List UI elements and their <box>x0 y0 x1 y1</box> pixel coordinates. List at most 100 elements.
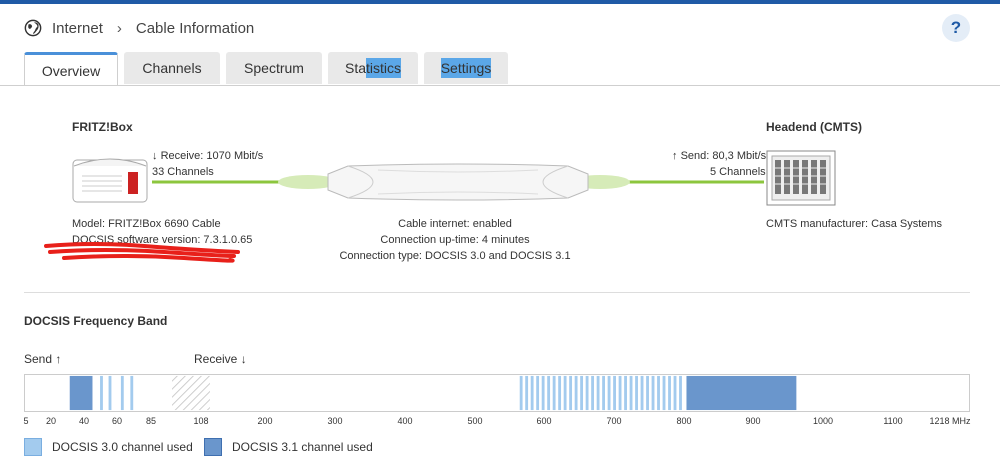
connection-type: Connection type: DOCSIS 3.0 and DOCSIS 3… <box>339 250 571 262</box>
cable-illustration <box>152 163 764 201</box>
band-docsis30-downstream <box>624 375 627 411</box>
arrow-up-icon: ↑ <box>672 150 678 162</box>
legend-label-docsis31: DOCSIS 3.1 channel used <box>232 440 373 454</box>
band-docsis30-downstream <box>679 375 682 411</box>
band-docsis30-downstream <box>646 375 649 411</box>
send-channels: 5 Channels <box>710 166 766 178</box>
band-docsis30-downstream <box>563 375 567 411</box>
arrow-up-icon: ↑ <box>55 352 62 366</box>
band-docsis30-upstream <box>130 375 134 411</box>
legend-label-docsis30: DOCSIS 3.0 channel used <box>52 440 193 454</box>
send-label: Send ↑ <box>24 352 61 366</box>
axis-tick-label: 60 <box>111 416 123 426</box>
band-docsis30-downstream <box>635 375 638 411</box>
tab-label: Overview <box>41 62 101 79</box>
band-docsis30-downstream <box>651 375 655 411</box>
band-docsis30-downstream <box>618 375 622 411</box>
cable-internet-status: Cable internet: enabled <box>398 218 512 230</box>
axis-tick-label: 500 <box>467 416 483 426</box>
band-gap-hatch <box>172 375 210 411</box>
band-docsis30-downstream <box>525 375 529 411</box>
axis-tick-label: 200 <box>257 416 273 426</box>
axis-tick-label: 1000 <box>812 416 834 426</box>
axis-tick-label: 20 <box>45 416 57 426</box>
section-divider <box>24 292 970 293</box>
legend-docsis30: DOCSIS 3.0 channel used <box>24 438 193 456</box>
band-docsis30-downstream <box>591 375 595 411</box>
axis-tick-label: 5 <box>23 416 29 426</box>
frequency-band-chart <box>24 374 970 412</box>
chevron-right-icon: › <box>116 19 122 37</box>
help-button[interactable]: ? <box>942 14 970 42</box>
axis-tick-label: 1100 <box>883 416 903 426</box>
arrow-down-icon: ↓ <box>240 352 247 366</box>
send-rate: ↑ Send: 80,3 Mbit/s <box>672 150 766 162</box>
tab-spectrum[interactable]: Spectrum <box>226 52 322 84</box>
send-label-text: Send <box>24 352 53 366</box>
cmts-server-icon <box>766 150 836 206</box>
axis-tick-label: 1218 MHz <box>929 416 971 426</box>
tab-divider <box>0 85 1000 86</box>
tab-statistics[interactable]: Statistics <box>328 52 418 84</box>
connection-uptime: Connection up-time: 4 minutes <box>380 234 530 246</box>
band-docsis30-downstream <box>596 375 600 411</box>
axis-tick-label: 800 <box>676 416 692 426</box>
breadcrumb: Internet › Cable Information <box>24 14 254 42</box>
band-docsis30-downstream <box>640 375 644 411</box>
globe-icon <box>24 19 42 37</box>
tab-channels[interactable]: Channels <box>124 52 220 84</box>
axis-tick-label: 40 <box>78 416 90 426</box>
band-docsis31-upstream <box>69 375 93 411</box>
top-accent-bar <box>0 0 1000 4</box>
send-rate-text: Send: 80,3 Mbit/s <box>680 150 767 162</box>
axis-tick-label: 400 <box>397 416 413 426</box>
legend-swatch-docsis31 <box>204 438 222 456</box>
band-docsis31-downstream <box>686 375 797 411</box>
page-title: Cable Information <box>135 19 255 37</box>
receive-label-text: Receive <box>194 352 238 366</box>
axis-tick-label: 600 <box>536 416 552 426</box>
device-title: FRITZ!Box <box>72 120 133 134</box>
help-icon: ? <box>950 18 962 37</box>
tab-label: Statistics <box>345 58 402 78</box>
redaction-scribble <box>44 242 240 263</box>
band-docsis30-upstream <box>100 375 103 411</box>
band-docsis30-downstream <box>519 375 523 411</box>
band-docsis30-downstream <box>607 375 611 411</box>
legend-swatch-docsis30 <box>24 438 42 456</box>
band-docsis30-downstream <box>673 375 677 411</box>
tab-overview[interactable]: Overview <box>24 52 118 86</box>
band-docsis30-downstream <box>574 375 578 411</box>
tab-label: Spectrum <box>244 60 304 76</box>
tab-label: Channels <box>142 60 202 76</box>
axis-tick-label: 700 <box>606 416 622 426</box>
band-docsis30-downstream <box>536 375 540 411</box>
band-docsis30-downstream <box>569 375 573 411</box>
axis-tick-label: 300 <box>327 416 343 426</box>
band-docsis30-downstream <box>552 375 556 411</box>
band-docsis30-upstream <box>108 375 112 411</box>
router-icon <box>72 158 148 203</box>
band-docsis30-downstream <box>530 375 534 411</box>
tab-settings[interactable]: Settings <box>424 52 508 84</box>
band-docsis30-downstream <box>585 375 589 411</box>
frequency-axis: 5 20 40 60 85 108 200 300 400 500 600 700 800 900 1000… <box>0 416 1000 430</box>
cmts-manufacturer: CMTS manufacturer: Casa Systems <box>766 218 943 230</box>
receive-label: Receive ↓ <box>194 352 247 366</box>
band-docsis30-downstream <box>668 375 671 411</box>
axis-tick-label: 900 <box>745 416 761 426</box>
band-docsis30-downstream <box>547 375 551 411</box>
axis-tick-label: 108 <box>193 416 209 426</box>
band-docsis30-upstream <box>120 375 124 411</box>
band-docsis30-downstream <box>657 375 660 411</box>
device-model: Model: FRITZ!Box 6690 Cable <box>72 218 221 230</box>
band-docsis30-downstream <box>580 375 584 411</box>
tab-bar: Overview Channels Spectrum Statistics Se… <box>24 52 508 86</box>
frequency-band-title: DOCSIS Frequency Band <box>24 314 168 328</box>
band-docsis30-downstream <box>629 375 633 411</box>
band-docsis30-downstream <box>662 375 666 411</box>
tab-label: Settings <box>440 58 492 78</box>
band-docsis30-downstream <box>602 375 605 411</box>
breadcrumb-root[interactable]: Internet <box>52 20 103 37</box>
band-docsis30-downstream <box>558 375 562 411</box>
